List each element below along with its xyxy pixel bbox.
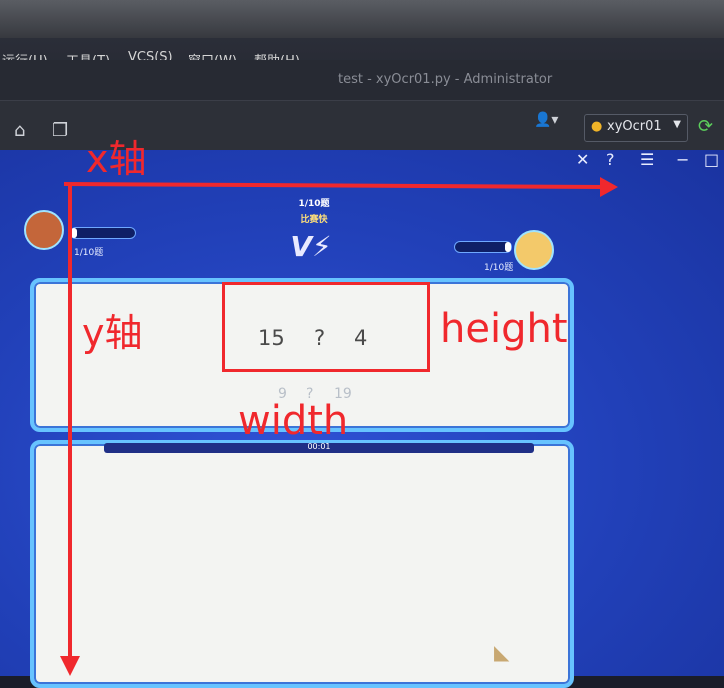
x-axis-arrowhead (600, 177, 618, 197)
width-label: width (238, 398, 349, 444)
y-axis-arrowhead (60, 656, 80, 676)
roi-box (222, 282, 430, 372)
y-axis-label: y轴 (82, 311, 143, 355)
x-axis-label: x轴 (86, 137, 147, 181)
height-label: height (440, 306, 568, 352)
x-axis-line (63, 182, 607, 189)
